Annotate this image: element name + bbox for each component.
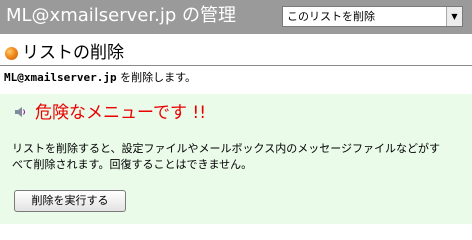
execute-delete-button[interactable]: 削除を実行する bbox=[14, 190, 126, 212]
list-address: ML@xmailserver.jp bbox=[4, 71, 117, 84]
orange-ball-icon bbox=[5, 47, 18, 60]
warning-line: べて削除されます。回復することはできません。 bbox=[12, 158, 253, 171]
page-title: ML@xmailserver.jp の管理 bbox=[6, 5, 236, 26]
section-title: リストの削除 bbox=[22, 43, 124, 63]
list-action-select[interactable]: このリストを削除 ▼ bbox=[282, 6, 463, 27]
warning-title: 危険なメニューです !! bbox=[35, 103, 207, 123]
speaker-icon bbox=[15, 107, 25, 117]
page-header: ML@xmailserver.jp の管理 このリストを削除 ▼ bbox=[0, 0, 472, 34]
warning-text: リストを削除すると、設定ファイルやメールボックス内のメッセージファイルなどがす … bbox=[12, 141, 464, 173]
warning-panel: 危険なメニューです !! リストを削除すると、設定ファイルやメールボックス内のメ… bbox=[0, 94, 472, 224]
warning-line: リストを削除すると、設定ファイルやメールボックス内のメッセージファイルなどがす bbox=[12, 142, 441, 155]
chevron-down-icon[interactable]: ▼ bbox=[446, 7, 462, 26]
list-action-select-value: このリストを削除 bbox=[287, 10, 375, 23]
section-heading: リストの削除 bbox=[0, 42, 472, 66]
delete-message: ML@xmailserver.jp を削除します。 bbox=[4, 70, 196, 85]
delete-message-text: を削除します。 bbox=[116, 71, 196, 84]
section-divider bbox=[0, 65, 472, 66]
